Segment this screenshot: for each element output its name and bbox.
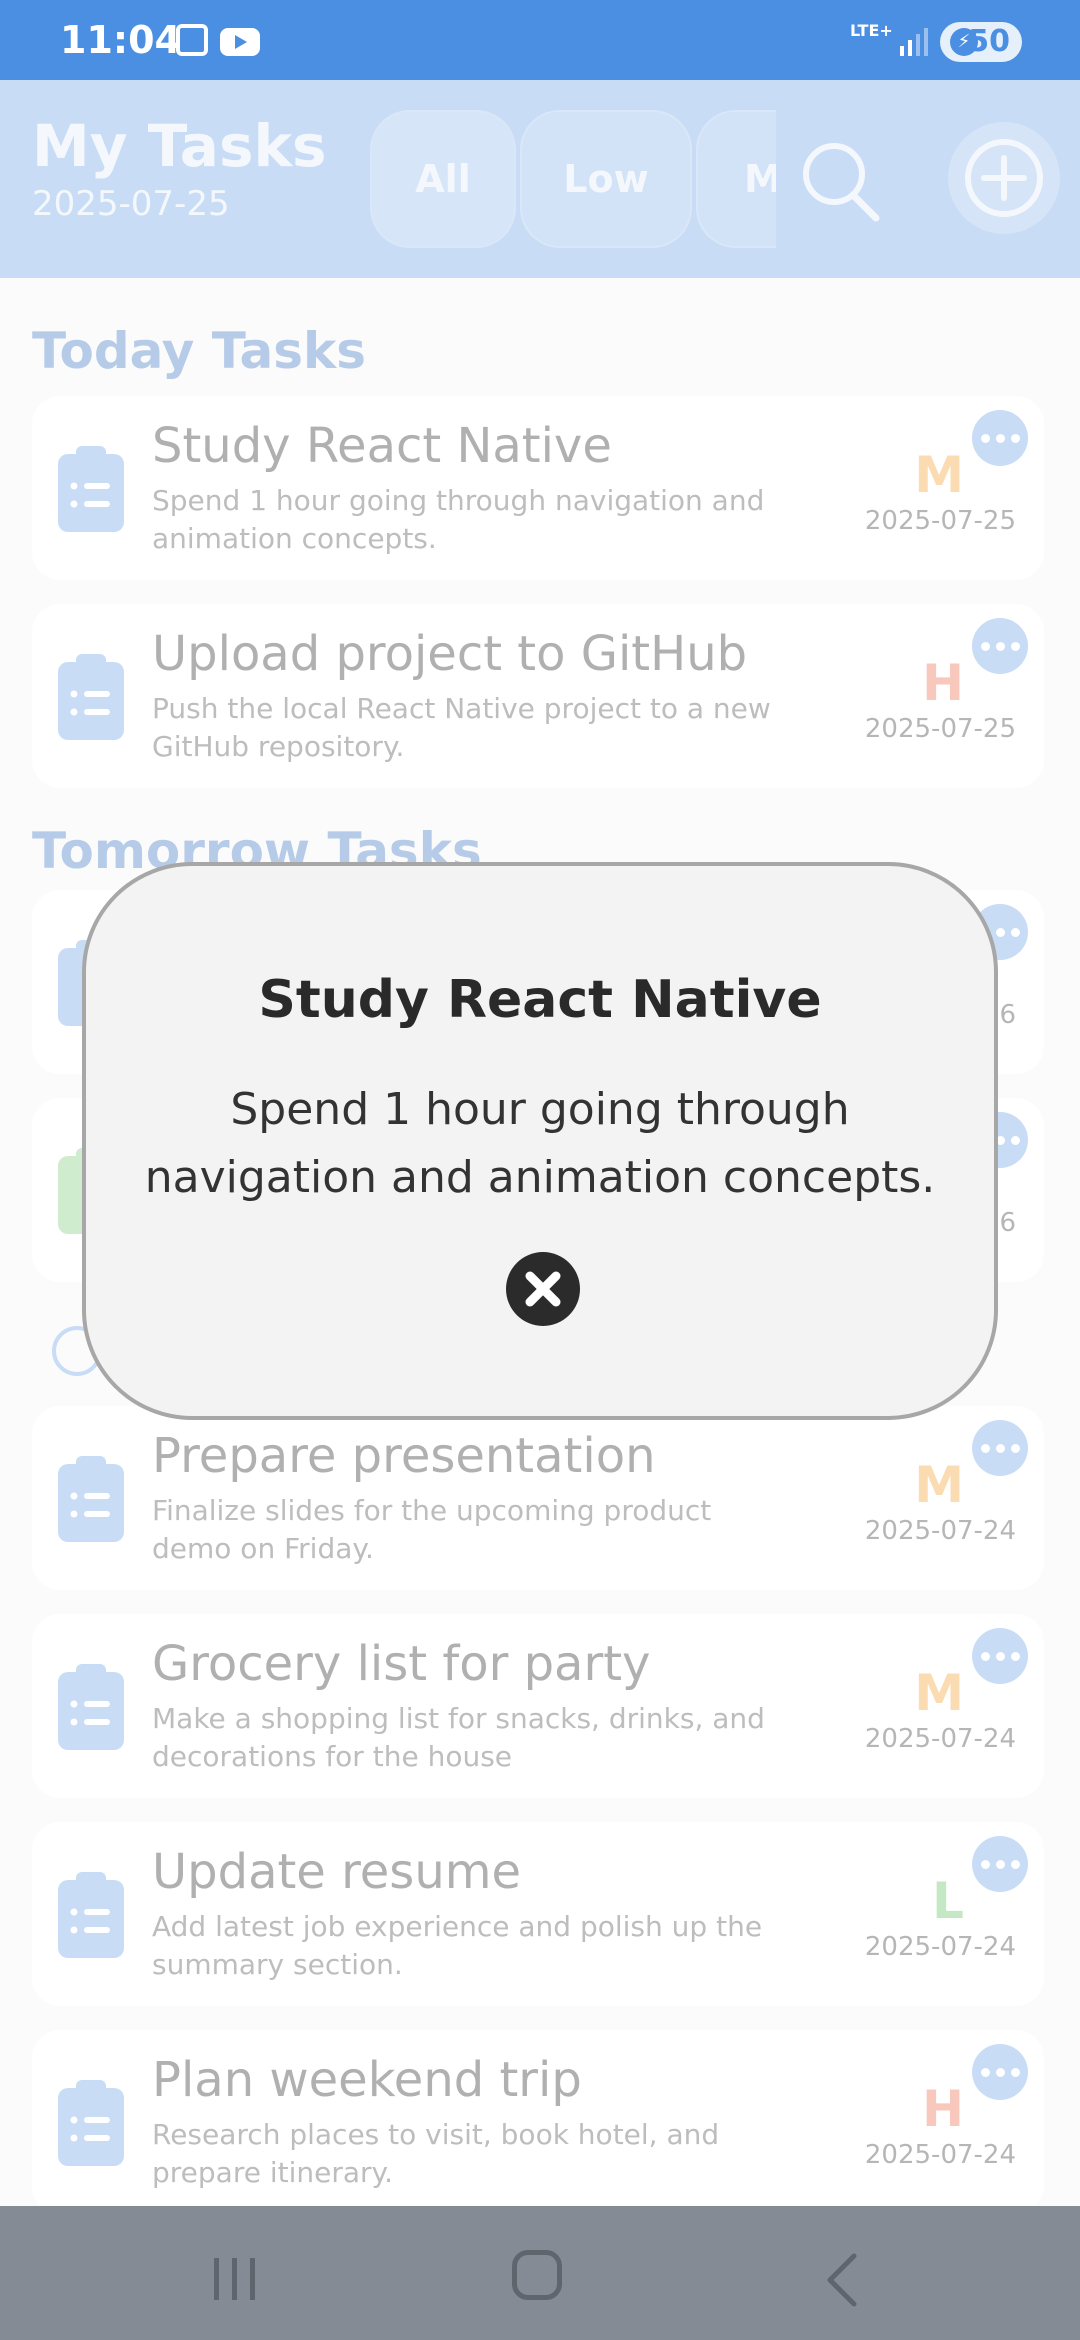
filter-chip-all[interactable]: All — [370, 110, 516, 248]
clipboard-list-icon — [58, 1664, 124, 1750]
modal-description: Spend 1 hour going through navigation an… — [144, 1084, 936, 1203]
plus-circle-icon — [965, 139, 1043, 217]
task-date: 2025-07-25 — [864, 506, 1016, 536]
charging-icon: ⚡ — [950, 28, 978, 56]
task-detail-modal: Study React Native Spend 1 hour going th… — [82, 862, 998, 1420]
task-date: 2025-07-25 — [864, 714, 1016, 744]
clipboard-list-icon — [58, 654, 124, 740]
priority-badge: H — [922, 654, 964, 712]
task-card[interactable]: Grocery list for party Make a shopping l… — [32, 1614, 1044, 1798]
close-modal-button[interactable] — [506, 1252, 580, 1326]
task-title: Study React Native — [152, 418, 612, 474]
search-icon[interactable] — [800, 138, 880, 222]
more-options-button[interactable] — [972, 1836, 1028, 1892]
back-icon[interactable] — [822, 2252, 862, 2308]
priority-badge: L — [932, 1872, 964, 1930]
add-task-button[interactable] — [948, 122, 1060, 234]
priority-badge: M — [914, 446, 964, 504]
task-card[interactable]: Study React Native Spend 1 hour going th… — [32, 396, 1044, 580]
header-date: 2025-07-25 — [32, 184, 230, 224]
task-date: 2025-07-24 — [864, 2140, 1016, 2170]
task-card[interactable]: Upload project to GitHub Push the local … — [32, 604, 1044, 788]
task-title: Upload project to GitHub — [152, 626, 748, 682]
priority-badge: M — [914, 1664, 964, 1722]
signal-icon — [900, 28, 928, 56]
task-card[interactable]: Update resume Add latest job experience … — [32, 1822, 1044, 2006]
task-card[interactable]: Plan weekend trip Research places to vis… — [32, 2030, 1044, 2214]
system-nav-bar — [0, 2206, 1080, 2340]
task-date: 2025-07-24 — [864, 1516, 1016, 1546]
task-description: Research places to visit, book hotel, an… — [152, 2118, 720, 2189]
task-date: 2025-07-24 — [864, 1724, 1016, 1754]
more-options-button[interactable] — [972, 2044, 1028, 2100]
close-icon — [525, 1271, 561, 1307]
status-bar: 11:04 LTE+ ⚡ 50 — [0, 0, 1080, 80]
screenshot-icon — [176, 24, 208, 56]
task-title: Grocery list for party — [152, 1636, 651, 1692]
task-description: Finalize slides for the upcoming product… — [152, 1494, 712, 1565]
task-title: Prepare presentation — [152, 1428, 656, 1484]
more-options-button[interactable] — [972, 618, 1028, 674]
recent-apps-icon[interactable] — [212, 2256, 258, 2302]
youtube-icon — [220, 28, 260, 56]
clipboard-list-icon — [58, 1872, 124, 1958]
clipboard-list-icon — [58, 446, 124, 532]
clipboard-list-icon — [58, 1456, 124, 1542]
modal-title: Study React Native — [258, 970, 822, 1030]
task-title: Update resume — [152, 1844, 522, 1900]
page-title: My Tasks — [32, 112, 327, 180]
priority-filter-bar: All Low M — [370, 80, 776, 278]
task-description: Push the local React Native project to a… — [152, 692, 771, 763]
filter-chip-low[interactable]: Low — [520, 110, 692, 248]
priority-badge: H — [922, 2080, 964, 2138]
home-icon[interactable] — [512, 2250, 562, 2300]
clipboard-list-icon — [58, 2080, 124, 2166]
network-type: LTE+ — [850, 21, 893, 40]
status-time: 11:04 — [60, 18, 181, 62]
task-title: Plan weekend trip — [152, 2052, 582, 2108]
more-options-button[interactable] — [972, 410, 1028, 466]
more-options-button[interactable] — [972, 1420, 1028, 1476]
task-description: Make a shopping list for snacks, drinks,… — [152, 1702, 765, 1773]
task-description: Spend 1 hour going through navigation an… — [152, 484, 765, 555]
task-card[interactable]: Prepare presentation Finalize slides for… — [32, 1406, 1044, 1590]
app-header: My Tasks 2025-07-25 All Low M — [0, 80, 1080, 278]
battery-indicator: ⚡ 50 — [940, 22, 1022, 62]
more-options-button[interactable] — [972, 1628, 1028, 1684]
task-date: 2025-07-24 — [864, 1932, 1016, 1962]
filter-chip-medium[interactable]: M — [696, 110, 776, 248]
section-title-today: Today Tasks — [32, 322, 366, 380]
priority-badge: M — [914, 1456, 964, 1514]
task-description: Add latest job experience and polish up … — [152, 1910, 763, 1981]
